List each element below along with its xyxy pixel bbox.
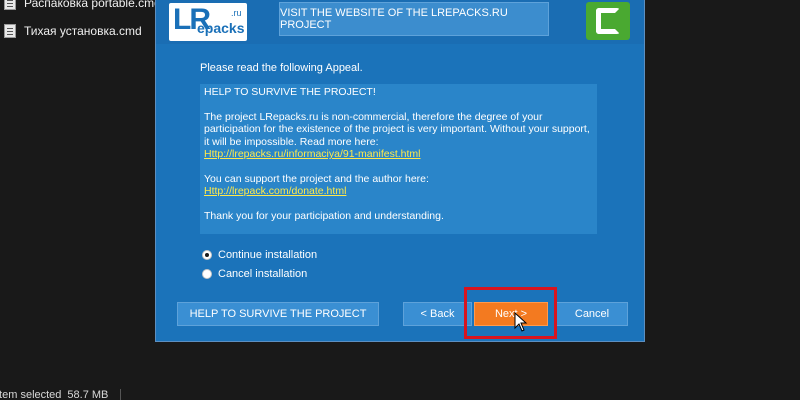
- file-name: Тихая установка.cmd: [24, 24, 142, 38]
- manifest-link[interactable]: Http://lrepacks.ru/informaciya/91-manife…: [204, 148, 593, 161]
- appeal-text-box[interactable]: HELP TO SURVIVE THE PROJECT! The project…: [200, 84, 597, 234]
- status-separator: [120, 389, 122, 400]
- camtasia-c-shape: [596, 8, 620, 34]
- lrepacks-logo[interactable]: LR epacks .ru: [169, 3, 247, 41]
- logo-repacks: epacks: [197, 20, 245, 36]
- cmd-file-icon: [4, 0, 16, 10]
- cancel-button[interactable]: Cancel: [556, 302, 628, 326]
- selection-status: Item selected: [0, 389, 62, 400]
- back-button[interactable]: < Back: [403, 302, 472, 326]
- next-button-highlight: [464, 287, 557, 339]
- continue-installation-option[interactable]: Continue installation: [202, 249, 317, 261]
- mouse-cursor-icon: [514, 312, 528, 332]
- appeal-paragraph: Thank you for your participation and und…: [204, 209, 444, 222]
- radio-button-selected[interactable]: [202, 250, 212, 260]
- installer-window: LR epacks .ru VISIT THE WEBSITE OF THE L…: [155, 0, 645, 342]
- option-label: Continue installation: [218, 249, 318, 261]
- installer-header: LR epacks .ru VISIT THE WEBSITE OF THE L…: [156, 0, 644, 44]
- option-label: Cancel installation: [218, 268, 308, 280]
- appeal-paragraph: You can support the project and the auth…: [204, 172, 429, 185]
- appeal-heading: HELP TO SURVIVE THE PROJECT!: [204, 86, 376, 98]
- radio-button[interactable]: [202, 269, 212, 279]
- explorer-status-bar: Item selected 58.7 MB: [0, 388, 122, 400]
- visit-website-button[interactable]: VISIT THE WEBSITE OF THE LREPACKS.RU PRO…: [279, 2, 549, 36]
- camtasia-logo-icon: [586, 2, 630, 40]
- intro-text: Please read the following Appeal.: [200, 62, 363, 74]
- file-item[interactable]: Тихая установка.cmd: [4, 21, 142, 41]
- donate-link[interactable]: Http://lrepack.com/donate.html: [204, 185, 593, 198]
- file-name: Распаковка portable.cmd: [24, 0, 161, 10]
- screen: Распаковка portable.cmd Тихая установка.…: [0, 0, 800, 400]
- cmd-file-icon: [4, 24, 16, 38]
- file-item[interactable]: Распаковка portable.cmd: [4, 0, 161, 13]
- cancel-installation-option[interactable]: Cancel installation: [202, 268, 307, 280]
- appeal-paragraph: The project LRepacks.ru is non-commercia…: [204, 110, 590, 148]
- help-project-button[interactable]: HELP TO SURVIVE THE PROJECT: [177, 302, 379, 326]
- selection-size: 58.7 MB: [67, 389, 109, 400]
- logo-ru: .ru: [231, 8, 242, 18]
